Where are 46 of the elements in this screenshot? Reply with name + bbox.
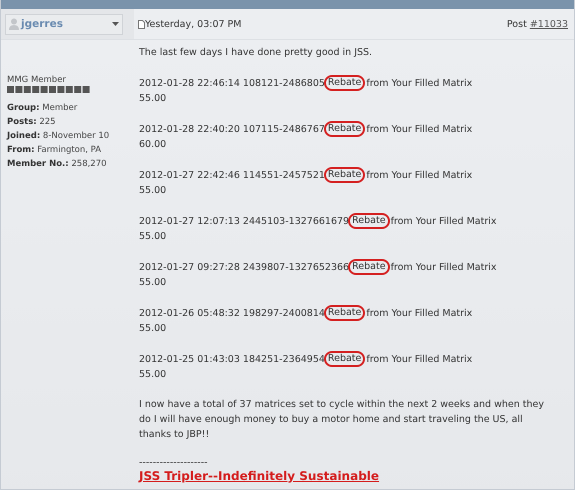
post-number-link[interactable]: #11033	[530, 18, 568, 30]
transaction-description: from Your Filled Matrix	[390, 260, 496, 274]
transaction-amount: 60.00	[139, 138, 168, 152]
circled-word: Rebate	[324, 351, 366, 367]
profile-field: Joined: 8-November 10	[7, 129, 129, 143]
transaction-amount: 55.00	[139, 184, 168, 198]
transaction-reference: 2012-01-27 22:42:46 114551-2457521	[139, 168, 325, 182]
page-icon	[138, 20, 145, 28]
transaction-reference: 2012-01-28 22:46:14 108121-2486805	[139, 76, 325, 90]
circled-word: Rebate	[348, 213, 390, 229]
user-menu-button[interactable]: jgerres	[5, 14, 123, 34]
transaction-description: from Your Filled Matrix	[366, 76, 472, 90]
transaction-description: from Your Filled Matrix	[366, 168, 472, 182]
transaction-description: from Your Filled Matrix	[366, 122, 472, 136]
circled-word: Rebate	[324, 305, 366, 321]
signature-divider: --------------------	[139, 457, 209, 468]
circled-word: Rebate	[348, 259, 390, 275]
caret-icon	[112, 22, 119, 26]
transaction-reference: 2012-01-25 01:43:03 184251-2364954	[139, 352, 325, 366]
transaction-amount: 55.00	[139, 92, 168, 106]
transaction-amount: 55.00	[139, 368, 168, 382]
profile-field: Posts: 225	[7, 115, 129, 129]
rank-pips-icon	[7, 86, 91, 93]
transaction-reference: 2012-01-26 05:48:32 198297-2400814	[139, 306, 325, 320]
profile-field: Group: Member	[7, 101, 129, 115]
transaction-amount: 55.00	[139, 230, 168, 244]
transaction-reference: 2012-01-27 09:27:28 2439807-1327652366	[139, 260, 350, 274]
user-icon	[9, 18, 19, 30]
transaction-amount: 55.00	[139, 322, 168, 336]
circled-word: Rebate	[324, 75, 366, 91]
circled-word: Rebate	[324, 121, 366, 137]
post-label: Post	[506, 18, 527, 30]
circled-word: Rebate	[324, 167, 366, 183]
transaction-reference: 2012-01-28 22:40:20 107115-2486767	[139, 122, 325, 136]
post-text: I now have a total of 37 matrices set to cycle within the next 2 weeks and when they do I will have enough money to buy a motor home and start traveling the US, all thanks to JBP!!	[139, 398, 545, 442]
signature-link[interactable]: JSS Tripler--Indefinitely Sustainable	[139, 468, 568, 484]
transaction-description: from Your Filled Matrix	[366, 352, 472, 366]
profile-field: From: Farmington, PA	[7, 143, 129, 157]
profile-field: Member No.: 258,270	[7, 157, 129, 171]
transaction-description: from Your Filled Matrix	[366, 306, 472, 320]
post-text: The last few days I have done pretty good in JSS.	[139, 46, 374, 60]
transaction-amount: 55.00	[139, 276, 168, 290]
transaction-description: from Your Filled Matrix	[390, 214, 496, 228]
member-rank: MMG Member	[7, 75, 67, 85]
post-date: Yesterday, 03:07 PM	[145, 18, 242, 30]
transaction-reference: 2012-01-27 12:07:13 2445103-1327661679	[139, 214, 350, 228]
